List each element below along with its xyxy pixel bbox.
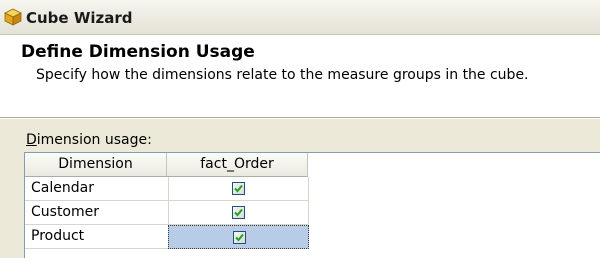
page-subtitle: Specify how the dimensions relate to the… — [36, 67, 529, 83]
dimension-name-cell: Product — [25, 225, 169, 249]
grid-empty-area — [308, 153, 600, 176]
check-icon — [234, 184, 243, 193]
dimension-usage-label: Dimension usage: — [26, 132, 152, 148]
dimension-usage-grid[interactable]: Dimension fact_Order Calendar Customer Pro… — [24, 152, 600, 258]
mnemonic-letter: D — [26, 132, 37, 148]
usage-cell[interactable] — [168, 225, 309, 249]
table-row[interactable]: Customer — [25, 201, 309, 225]
cube-icon — [4, 8, 22, 26]
column-header-dimension[interactable]: Dimension — [25, 153, 167, 177]
check-icon — [235, 233, 244, 242]
table-row[interactable]: Calendar — [25, 177, 309, 201]
window-title: Cube Wizard — [26, 9, 133, 27]
usage-checkbox[interactable] — [232, 182, 245, 195]
divider — [0, 118, 600, 119]
dimension-name-cell: Calendar — [25, 177, 169, 201]
usage-cell[interactable] — [168, 177, 309, 201]
usage-checkbox[interactable] — [233, 231, 246, 244]
title-bar: Cube Wizard — [0, 0, 600, 35]
wizard-header: Define Dimension Usage Specify how the d… — [0, 35, 600, 118]
dimension-name-cell: Customer — [25, 201, 169, 225]
check-icon — [234, 208, 243, 217]
page-title: Define Dimension Usage — [21, 42, 255, 62]
column-header-fact-order[interactable]: fact_Order — [167, 153, 308, 177]
table-row[interactable]: Product — [25, 225, 309, 249]
label-text: imension usage: — [36, 132, 152, 148]
usage-checkbox[interactable] — [232, 206, 245, 219]
usage-cell[interactable] — [168, 201, 309, 225]
